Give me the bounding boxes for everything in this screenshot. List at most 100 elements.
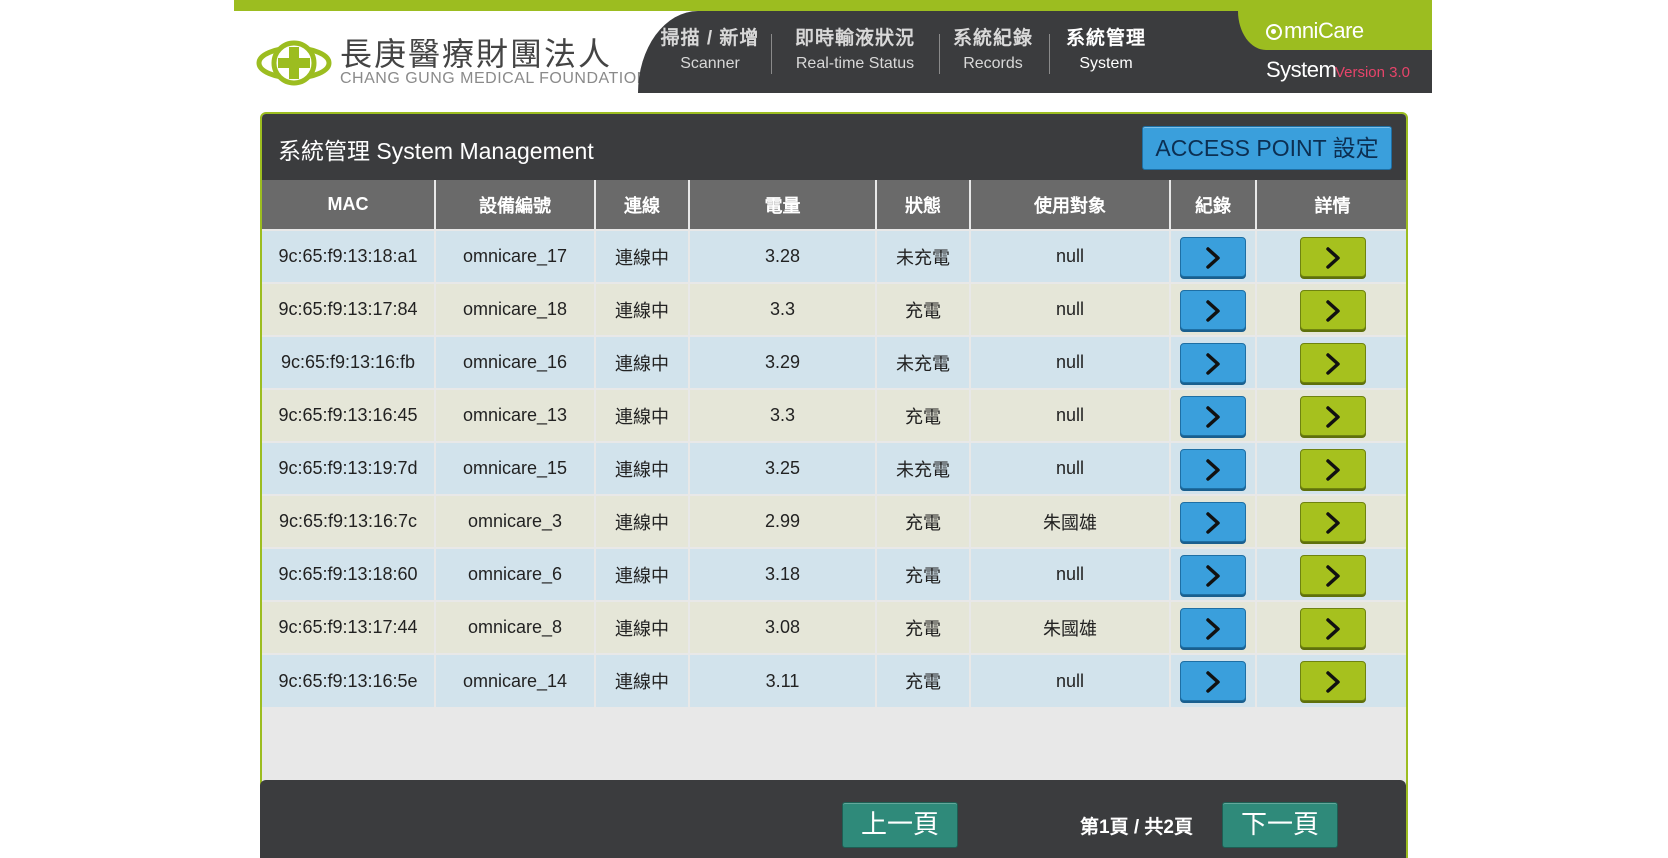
cell-details xyxy=(1256,229,1406,283)
cell-connection: 連線中 xyxy=(595,441,690,495)
chevron-right-icon xyxy=(1325,405,1340,428)
cell-user: null xyxy=(970,229,1171,283)
cell-connection: 連線中 xyxy=(595,547,690,601)
table-row: 9c:65:f9:13:18:a1 omnicare_17 連線中 3.28 未… xyxy=(262,229,1406,283)
detail-button[interactable] xyxy=(1299,236,1366,277)
col-header-status: 狀態 xyxy=(876,180,971,230)
nav-item-realtime-label-zh: 即時輸液狀況 xyxy=(794,28,915,49)
detail-button[interactable] xyxy=(1299,607,1366,648)
cell-user: 朱國雄 xyxy=(970,600,1171,654)
detail-button[interactable] xyxy=(1299,289,1366,330)
cell-status: 充電 xyxy=(876,600,971,654)
cell-battery: 3.3 xyxy=(689,282,877,336)
omnicare-o-icon xyxy=(1266,24,1282,40)
nav-item-system[interactable]: 系統管理 System xyxy=(1059,26,1153,78)
cell-user: null xyxy=(970,441,1171,495)
chevron-right-icon xyxy=(1325,511,1340,534)
cell-details xyxy=(1256,441,1406,495)
chevron-right-icon xyxy=(1206,511,1220,534)
cell-connection: 連線中 xyxy=(595,494,690,548)
version-label: Version 3.0 xyxy=(1334,64,1410,81)
record-button[interactable] xyxy=(1180,501,1246,542)
cell-records xyxy=(1170,653,1257,707)
cell-user: null xyxy=(970,388,1171,442)
cell-records xyxy=(1170,282,1257,336)
cell-user: null xyxy=(970,653,1171,707)
logo-name-zh: 長庚醫療財團法人 xyxy=(340,35,613,73)
col-header-device-id: 設備編號 xyxy=(435,180,596,230)
detail-button[interactable] xyxy=(1299,554,1366,595)
detail-button[interactable] xyxy=(1299,342,1366,383)
cell-status: 充電 xyxy=(876,494,971,548)
cell-status: 充電 xyxy=(876,653,971,707)
nav-item-scanner[interactable]: 掃描 / 新增 Scanner xyxy=(648,26,772,78)
app-window: 長庚醫療財團法人 CHANG GUNG MEDICAL FOUNDATION 掃… xyxy=(0,0,1668,858)
detail-button[interactable] xyxy=(1299,501,1366,542)
cell-mac: 9c:65:f9:13:16:7c xyxy=(262,494,436,548)
top-accent-bar xyxy=(234,0,1432,11)
cell-records xyxy=(1170,388,1257,442)
record-button[interactable] xyxy=(1180,607,1246,648)
chevron-right-icon xyxy=(1206,458,1220,481)
nav-item-realtime-status[interactable]: 即時輸液狀況 Real-time Status xyxy=(781,26,929,78)
cell-status: 充電 xyxy=(876,282,971,336)
table-header-row: MAC 設備編號 連線 電量 狀態 使用對象 紀錄 詳情 xyxy=(262,180,1406,230)
cell-device-id: omnicare_17 xyxy=(435,229,596,283)
record-button[interactable] xyxy=(1180,289,1246,330)
cell-connection: 連線中 xyxy=(595,229,690,283)
cell-records xyxy=(1170,547,1257,601)
cell-battery: 3.28 xyxy=(689,229,877,283)
record-button[interactable] xyxy=(1180,395,1246,436)
col-header-records: 紀錄 xyxy=(1170,180,1257,230)
cell-device-id: omnicare_14 xyxy=(435,653,596,707)
chevron-right-icon xyxy=(1325,617,1340,640)
prev-page-button[interactable]: 上一頁 xyxy=(842,802,958,848)
detail-button[interactable] xyxy=(1299,395,1366,436)
panel-header: 系統管理 System Management ACCESS POINT 設定 xyxy=(262,114,1406,180)
cell-mac: 9c:65:f9:13:18:60 xyxy=(262,547,436,601)
cell-details xyxy=(1256,388,1406,442)
chevron-right-icon xyxy=(1325,671,1340,693)
record-button[interactable] xyxy=(1180,236,1246,277)
cell-device-id: omnicare_13 xyxy=(435,388,596,442)
detail-button[interactable] xyxy=(1299,661,1366,701)
cell-mac: 9c:65:f9:13:16:5e xyxy=(262,653,436,707)
cell-battery: 3.08 xyxy=(689,600,877,654)
cell-status: 未充電 xyxy=(876,229,971,283)
nav-item-scanner-label-zh: 掃描 / 新增 xyxy=(660,28,760,49)
chevron-right-icon xyxy=(1325,352,1340,375)
cell-battery: 3.3 xyxy=(689,388,877,442)
nav-item-records[interactable]: 系統紀錄 Records xyxy=(947,26,1039,78)
cell-status: 充電 xyxy=(876,388,971,442)
next-page-button[interactable]: 下一頁 xyxy=(1222,802,1338,848)
record-button[interactable] xyxy=(1180,661,1246,701)
cell-details xyxy=(1256,282,1406,336)
cell-user: null xyxy=(970,335,1171,389)
nav-item-scanner-label-en: Scanner xyxy=(680,55,740,72)
record-button[interactable] xyxy=(1180,342,1246,383)
nav-item-records-label-en: Records xyxy=(963,55,1023,72)
foundation-logo[interactable]: 長庚醫療財團法人 CHANG GUNG MEDICAL FOUNDATION xyxy=(256,36,666,92)
record-button[interactable] xyxy=(1180,554,1246,595)
device-table: MAC 設備編號 連線 電量 狀態 使用對象 紀錄 詳情 9c:65:f9:13… xyxy=(262,180,1406,707)
nav-item-records-label-zh: 系統紀錄 xyxy=(952,28,1033,49)
nav-item-realtime-label-en: Real-time Status xyxy=(795,55,915,72)
cell-connection: 連線中 xyxy=(595,388,690,442)
cell-connection: 連線中 xyxy=(595,600,690,654)
table-row: 9c:65:f9:13:16:5e omnicare_14 連線中 3.11 充… xyxy=(262,653,1406,707)
nav-separator xyxy=(1049,34,1050,74)
table-row: 9c:65:f9:13:17:84 omnicare_18 連線中 3.3 充電… xyxy=(262,282,1406,336)
cell-details xyxy=(1256,335,1406,389)
detail-button[interactable] xyxy=(1299,448,1366,489)
chevron-right-icon xyxy=(1325,564,1340,587)
cell-details xyxy=(1256,653,1406,707)
access-point-settings-button[interactable]: ACCESS POINT 設定 xyxy=(1142,126,1392,170)
cell-records xyxy=(1170,229,1257,283)
chevron-right-icon xyxy=(1206,671,1220,693)
record-button[interactable] xyxy=(1180,448,1246,489)
cell-user: null xyxy=(970,282,1171,336)
panel-title: 系統管理 System Management xyxy=(278,138,594,164)
chevron-right-icon xyxy=(1206,405,1220,428)
chevron-right-icon xyxy=(1206,617,1220,640)
cell-records xyxy=(1170,441,1257,495)
